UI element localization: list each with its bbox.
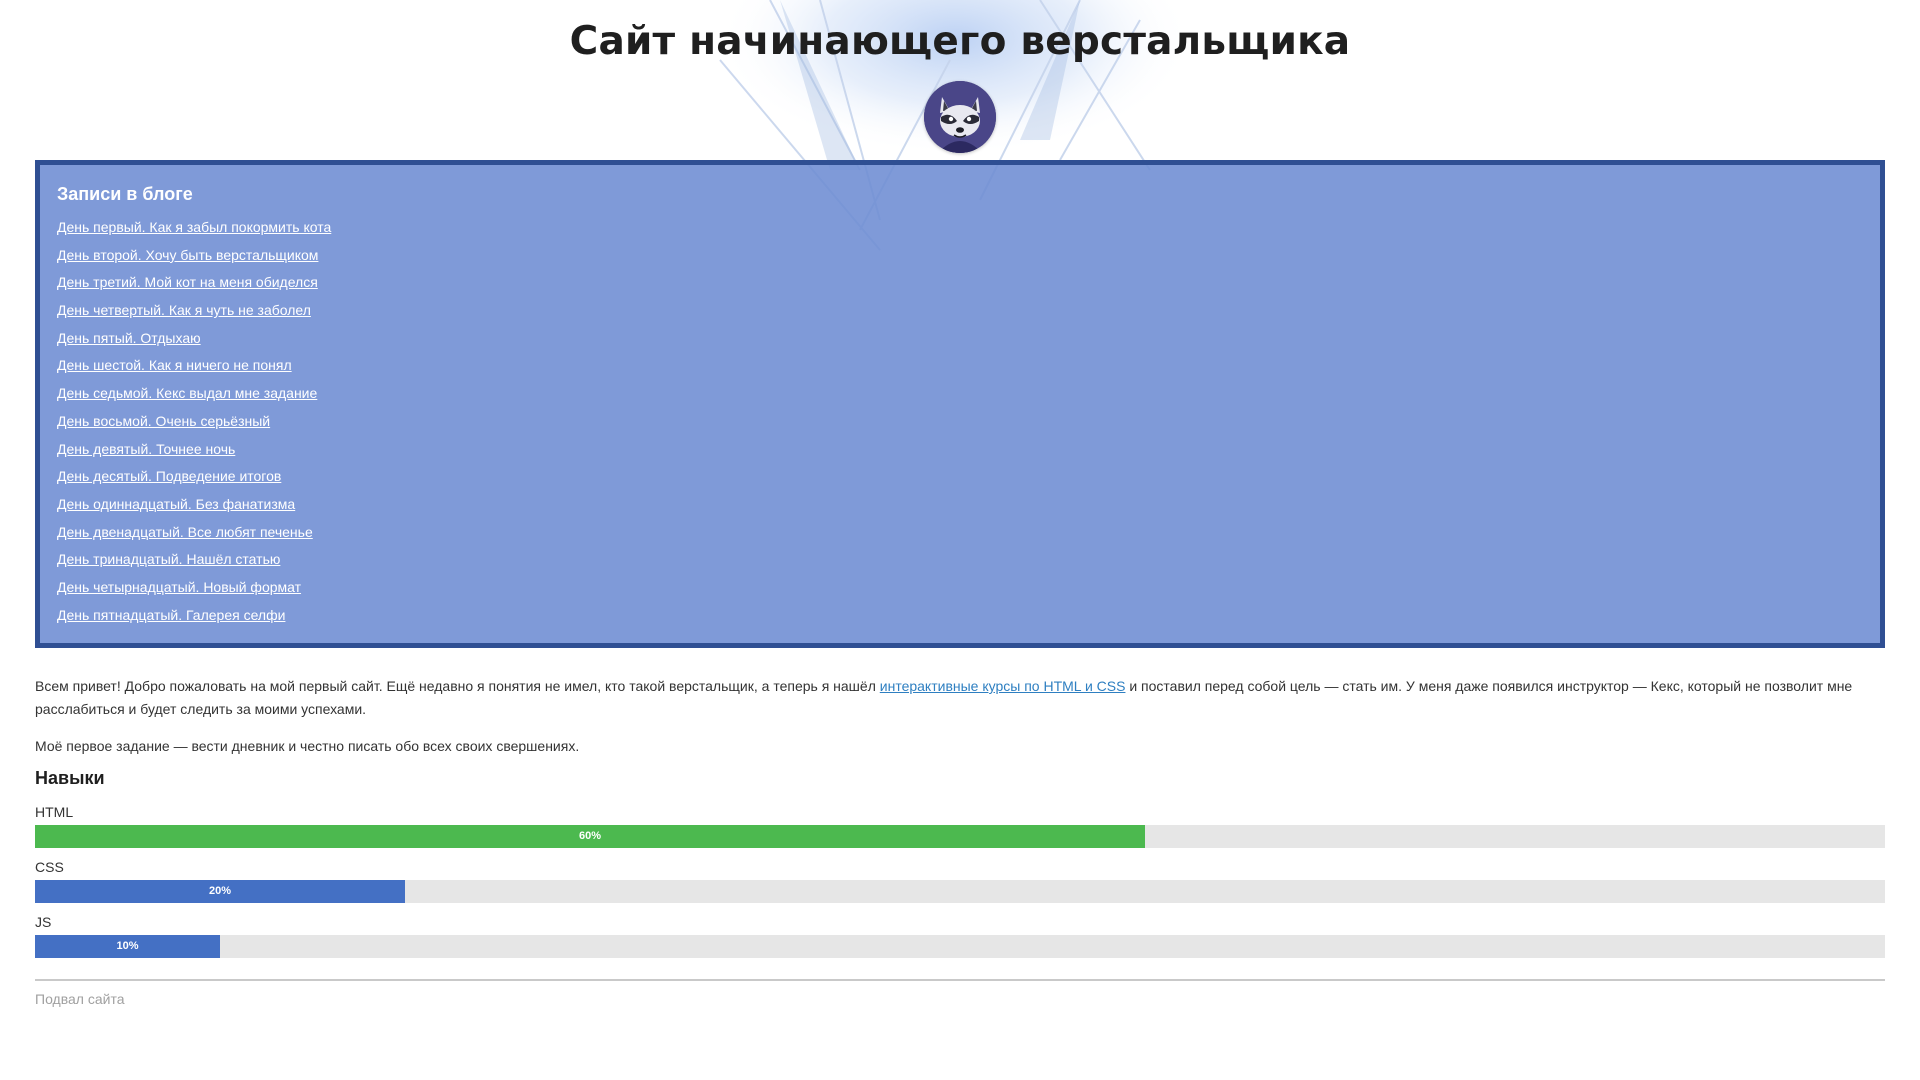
site-header: Сайт начинающего верстальщика bbox=[0, 0, 1920, 160]
blog-entry-link[interactable]: День одиннадцатый. Без фанатизма bbox=[57, 496, 295, 512]
list-item: День одиннадцатый. Без фанатизма bbox=[57, 496, 1880, 524]
list-item: День десятый. Подведение итогов bbox=[57, 468, 1880, 496]
page: Сайт начинающего верстальщика Записи в б… bbox=[0, 0, 1920, 1080]
intro-section: Всем привет! Добро пожаловать на мой пер… bbox=[35, 648, 1885, 758]
progress-track: 60% bbox=[35, 825, 1885, 848]
blog-entry-link[interactable]: День четырнадцатый. Новый формат bbox=[57, 579, 301, 595]
list-item: День четырнадцатый. Новый формат bbox=[57, 579, 1880, 607]
blog-entry-link[interactable]: День третий. Мой кот на меня обиделся bbox=[57, 274, 318, 290]
list-item: День пятнадцатый. Галерея селфи bbox=[57, 607, 1880, 635]
blog-entry-link[interactable]: День пятнадцатый. Галерея селфи bbox=[57, 607, 285, 623]
skills-section: Навыки HTML 60% CSS 20% JS 10% bbox=[35, 766, 1885, 969]
skill-html: HTML 60% bbox=[35, 804, 1885, 859]
list-item: День шестой. Как я ничего не понял bbox=[57, 357, 1880, 385]
courses-link[interactable]: интерактивные курсы по HTML и CSS bbox=[880, 678, 1126, 694]
list-item: День восьмой. Очень серьёзный bbox=[57, 413, 1880, 441]
progress-track: 10% bbox=[35, 935, 1885, 958]
blog-entry-link[interactable]: День шестой. Как я ничего не понял bbox=[57, 357, 292, 373]
progress-track: 20% bbox=[35, 880, 1885, 903]
skill-js: JS 10% bbox=[35, 914, 1885, 969]
task-paragraph: Моё первое задание — вести дневник и чес… bbox=[35, 738, 580, 754]
blog-entry-link[interactable]: День первый. Как я забыл покормить кота bbox=[57, 219, 331, 235]
progress-label: 20% bbox=[208, 885, 232, 897]
intro-paragraph: Всем привет! Добро пожаловать на мой пер… bbox=[35, 675, 1885, 721]
list-item: День четвертый. Как я чуть не заболел bbox=[57, 302, 1880, 330]
blog-entry-link[interactable]: День второй. Хочу быть верстальщиком bbox=[57, 247, 318, 263]
skill-label: JS bbox=[35, 914, 52, 930]
progress-fill: 20% bbox=[35, 880, 405, 903]
blog-title: Записи в блоге bbox=[57, 184, 193, 204]
list-item: День первый. Как я забыл покормить кота bbox=[57, 219, 1880, 247]
blog-entry-link[interactable]: День девятый. Точнее ночь bbox=[57, 441, 235, 457]
blog-entry-link[interactable]: День десятый. Подведение итогов bbox=[57, 468, 281, 484]
blog-entry-link[interactable]: День тринадцатый. Нашёл статью bbox=[57, 551, 280, 567]
list-item: День пятый. Отдыхаю bbox=[57, 330, 1880, 358]
list-item: День третий. Мой кот на меня обиделся bbox=[57, 274, 1880, 302]
blog-section: Записи в блоге День первый. Как я забыл … bbox=[35, 160, 1885, 648]
skill-label: CSS bbox=[35, 859, 64, 875]
progress-label: 10% bbox=[116, 940, 139, 952]
blog-list: День первый. Как я забыл покормить кота … bbox=[57, 219, 1880, 634]
list-item: День второй. Хочу быть верстальщиком bbox=[57, 247, 1880, 275]
site-title: Сайт начинающего верстальщика bbox=[569, 19, 1351, 64]
list-item: День тринадцатый. Нашёл статью bbox=[57, 551, 1880, 579]
site-footer: Подвал сайта bbox=[35, 979, 1885, 1007]
blog-entry-link[interactable]: День двенадцатый. Все любят печенье bbox=[57, 524, 313, 540]
progress-label: 60% bbox=[578, 830, 602, 842]
blog-entry-link[interactable]: День седьмой. Кекс выдал мне задание bbox=[57, 385, 317, 401]
intro-text-start: Всем привет! Добро пожаловать на мой пер… bbox=[35, 678, 880, 694]
raccoon-avatar-icon bbox=[924, 81, 996, 153]
progress-fill: 10% bbox=[35, 935, 220, 958]
progress-fill: 60% bbox=[35, 825, 1145, 848]
skills-title: Навыки bbox=[35, 768, 105, 788]
list-item: День двенадцатый. Все любят печенье bbox=[57, 524, 1880, 552]
blog-entry-link[interactable]: День пятый. Отдыхаю bbox=[57, 330, 201, 346]
footer-text: Подвал сайта bbox=[35, 991, 125, 1007]
skill-label: HTML bbox=[35, 804, 74, 820]
blog-entry-link[interactable]: День восьмой. Очень серьёзный bbox=[57, 413, 270, 429]
blog-entry-link[interactable]: День четвертый. Как я чуть не заболел bbox=[57, 302, 311, 318]
list-item: День седьмой. Кекс выдал мне задание bbox=[57, 385, 1880, 413]
list-item: День девятый. Точнее ночь bbox=[57, 441, 1880, 469]
skill-css: CSS 20% bbox=[35, 859, 1885, 914]
